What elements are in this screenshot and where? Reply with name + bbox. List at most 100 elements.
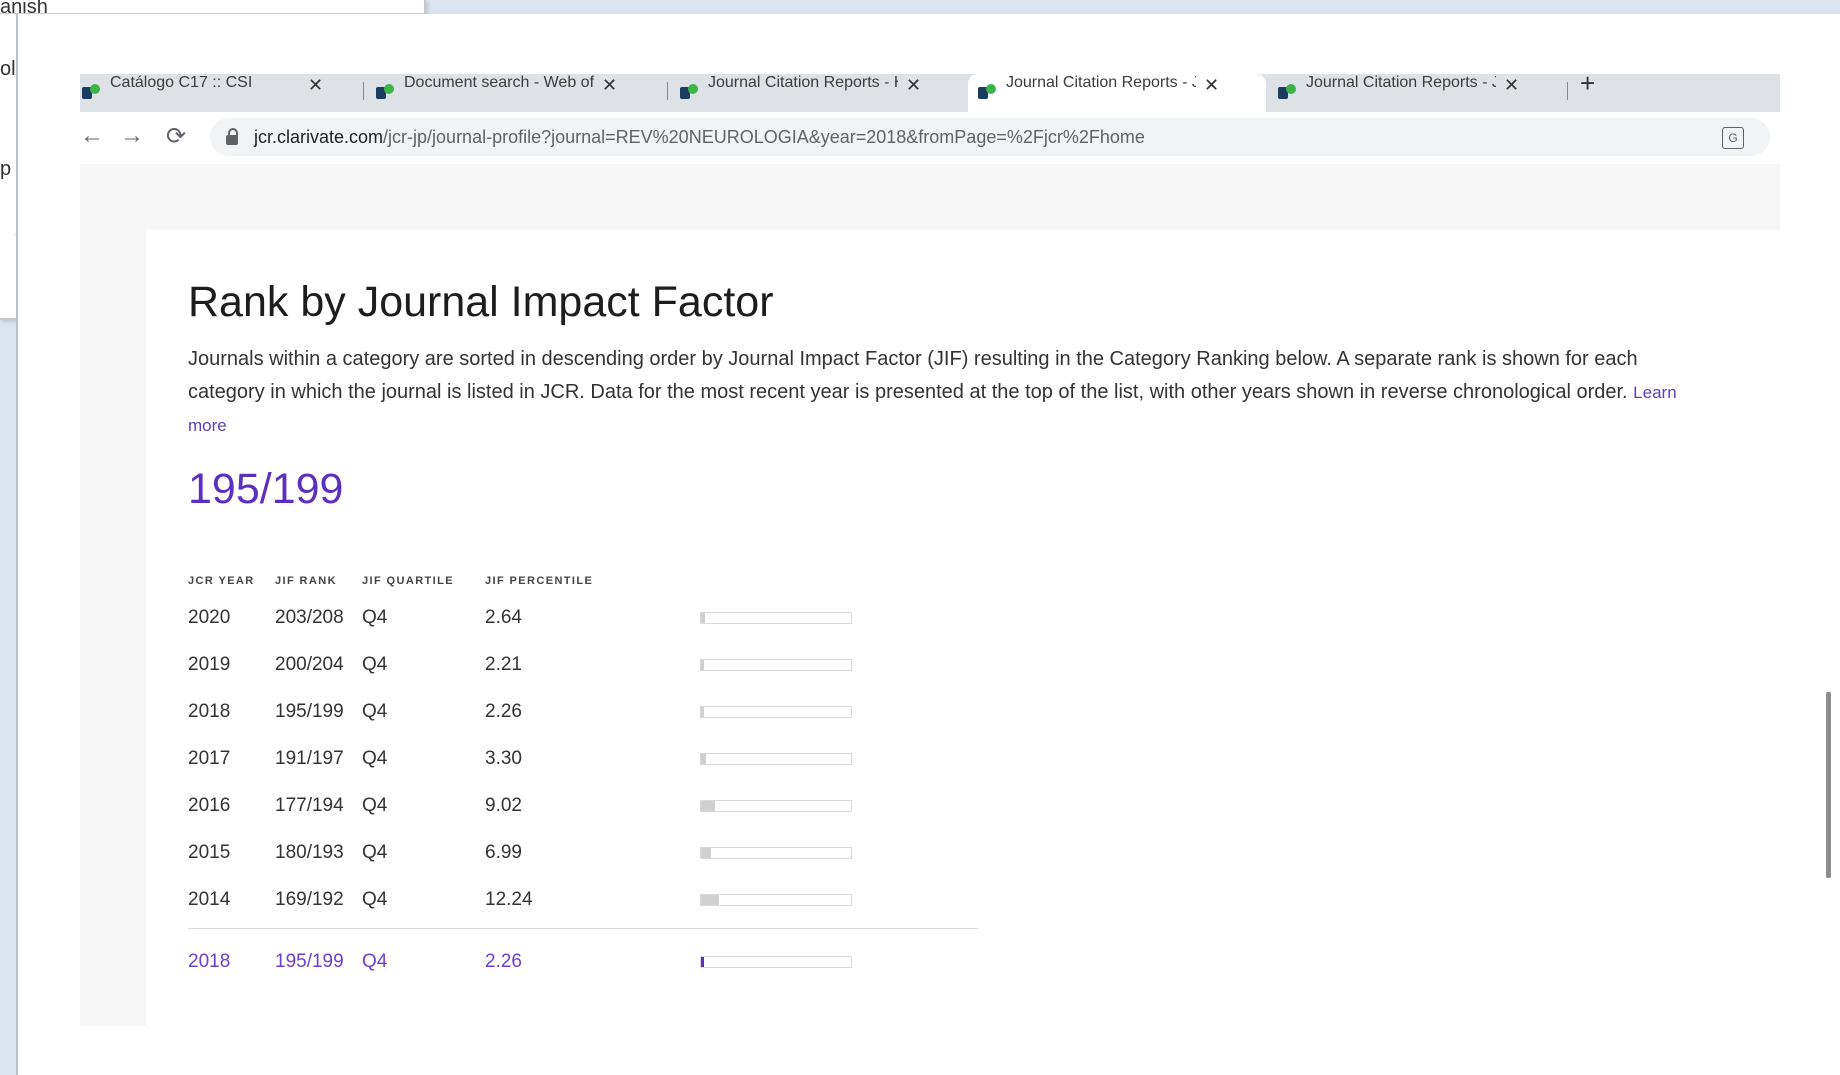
- rank-card: Rank by Journal Impact Factor Journals w…: [146, 230, 1780, 1026]
- cell-rank: 203/208: [275, 607, 344, 628]
- cell-quartile: Q4: [362, 842, 388, 863]
- tab-label: Catálogo C17 :: CSI: [110, 74, 253, 91]
- cell-percentile: 3.30: [485, 748, 522, 769]
- cell-year: 2019: [188, 654, 231, 675]
- percentile-bar-fill: [701, 660, 705, 670]
- column-header-jif-percentile: JIF PERCENTILE: [485, 575, 594, 587]
- close-icon[interactable]: ✕: [308, 75, 323, 96]
- tab-label: Journal Citation Reports - Jo: [1306, 74, 1496, 91]
- tab-jcr-journal[interactable]: Journal Citation Reports - Jo ✕: [1268, 74, 1568, 112]
- tab-label: Document search - Web of S: [404, 74, 594, 91]
- cell-rank: 169/192: [275, 889, 344, 910]
- close-icon[interactable]: ✕: [1504, 75, 1519, 96]
- translate-icon[interactable]: G: [1722, 127, 1744, 149]
- percentile-bar: [700, 847, 852, 859]
- percentile-bar-fill: [701, 895, 720, 905]
- new-tab-button[interactable]: +: [1580, 74, 1595, 99]
- cell-year: 2016: [188, 795, 231, 816]
- reload-button[interactable]: ⟳: [166, 122, 186, 151]
- table-row: 2018 195/199 Q4 2.26: [188, 689, 988, 736]
- cell-quartile: Q4: [362, 795, 388, 816]
- clarivate-favicon-icon: [376, 84, 394, 102]
- cell-percentile: 2.26: [485, 951, 522, 972]
- percentile-bar: [700, 753, 852, 765]
- percentile-bar-fill: [701, 707, 705, 717]
- cell-quartile: Q4: [362, 748, 388, 769]
- table-row: 2017 191/197 Q4 3.30: [188, 736, 988, 783]
- url-text[interactable]: jcr.clarivate.com/jcr-jp/journal-profile…: [254, 127, 1145, 148]
- cell-rank: 195/199: [275, 951, 344, 972]
- tab-label: Journal Citation Reports - Ho: [708, 74, 898, 91]
- percentile-bar: [700, 800, 852, 812]
- percentile-bar-fill: [701, 848, 712, 858]
- percentile-bar: [700, 659, 852, 671]
- lock-icon[interactable]: [226, 128, 238, 145]
- background-window-text: p: [0, 158, 12, 180]
- cell-percentile: 6.99: [485, 842, 522, 863]
- cell-percentile: 9.02: [485, 795, 522, 816]
- forward-button[interactable]: →: [120, 122, 144, 150]
- cell-percentile: 12.24: [485, 889, 533, 910]
- site-favicon-icon: [82, 84, 100, 102]
- cell-quartile: Q4: [362, 951, 388, 972]
- percentile-bar: [700, 612, 852, 624]
- percentile-bar: [700, 706, 852, 718]
- address-bar[interactable]: jcr.clarivate.com/jcr-jp/journal-profile…: [210, 118, 1770, 156]
- background-window-text: ol: [0, 58, 16, 80]
- percentile-bar-fill: [701, 754, 706, 764]
- close-icon[interactable]: ✕: [1204, 75, 1219, 96]
- column-header-jcr-year: JCR YEAR: [188, 575, 255, 587]
- tab-jcr-journal-active[interactable]: Journal Citation Reports - Jo ✕: [968, 74, 1266, 112]
- clarivate-favicon-icon: [978, 84, 996, 102]
- cell-rank: 180/193: [275, 842, 344, 863]
- table-row: 2014 169/192 Q4 12.24: [188, 877, 988, 924]
- tab-separator: [1567, 82, 1568, 100]
- percentile-bar-fill: [701, 801, 715, 811]
- close-icon[interactable]: ✕: [906, 75, 921, 96]
- browser-toolbar: ← → ⟳ jcr.clarivate.com/jcr-jp/journal-p…: [80, 112, 1780, 164]
- cell-rank: 200/204: [275, 654, 344, 675]
- back-button[interactable]: ←: [80, 122, 104, 150]
- tab-strip: Catálogo C17 :: CSI ✕ Document search - …: [80, 74, 1780, 112]
- cell-quartile: Q4: [362, 889, 388, 910]
- clarivate-favicon-icon: [680, 84, 698, 102]
- cell-year: 2020: [188, 607, 231, 628]
- percentile-bar-fill: [701, 613, 705, 623]
- table-row: 2020 203/208 Q4 2.64: [188, 595, 988, 642]
- tab-catalogo[interactable]: Catálogo C17 :: CSI ✕: [80, 74, 364, 112]
- table-row: 2019 200/204 Q4 2.21: [188, 642, 988, 689]
- table-row: 2015 180/193 Q4 6.99: [188, 830, 988, 877]
- cell-year: 2014: [188, 889, 231, 910]
- tab-jcr-home[interactable]: Journal Citation Reports - Ho ✕: [670, 74, 968, 112]
- cell-year: 2018: [188, 701, 231, 722]
- jif-rank-table: JCR YEAR JIF RANK JIF QUARTILE JIF PERCE…: [188, 575, 988, 986]
- tab-document-search[interactable]: Document search - Web of S ✕: [366, 74, 668, 112]
- url-host: jcr.clarivate.com: [254, 126, 384, 147]
- table-row-current: 2018 195/199 Q4 2.26: [188, 939, 988, 986]
- table-body: 2020 203/208 Q4 2.64 2019 200/204 Q4 2.21 2018 19…: [188, 595, 988, 924]
- cell-year: 2015: [188, 842, 231, 863]
- page-scrollbar[interactable]: [1826, 692, 1831, 878]
- percentile-bar: [700, 894, 852, 906]
- page-title: Rank by Journal Impact Factor: [188, 278, 774, 326]
- table-header-row: JCR YEAR JIF RANK JIF QUARTILE JIF PERCE…: [188, 575, 988, 595]
- browser-window: Catálogo C17 :: CSI ✕ Document search - …: [16, 14, 1840, 1075]
- close-icon[interactable]: ✕: [602, 75, 617, 96]
- cell-percentile: 2.26: [485, 701, 522, 722]
- cell-year: 2017: [188, 748, 231, 769]
- cell-quartile: Q4: [362, 607, 388, 628]
- cell-rank: 195/199: [275, 701, 344, 722]
- table-row: 2016 177/194 Q4 9.02: [188, 783, 988, 830]
- current-rank-value: 195/199: [188, 465, 344, 513]
- cell-rank: 177/194: [275, 795, 344, 816]
- url-path: /jcr-jp/journal-profile?journal=REV%20NE…: [383, 126, 1145, 147]
- percentile-bar-fill: [701, 957, 705, 967]
- cell-quartile: Q4: [362, 654, 388, 675]
- cell-percentile: 2.21: [485, 654, 522, 675]
- clarivate-favicon-icon: [1278, 84, 1296, 102]
- description-text: Journals within a category are sorted in…: [188, 348, 1638, 403]
- table-divider: [188, 928, 978, 929]
- page-viewport: Rank by Journal Impact Factor Journals w…: [80, 164, 1831, 1026]
- section-description: Journals within a category are sorted in…: [188, 343, 1688, 442]
- tab-separator: [667, 82, 668, 100]
